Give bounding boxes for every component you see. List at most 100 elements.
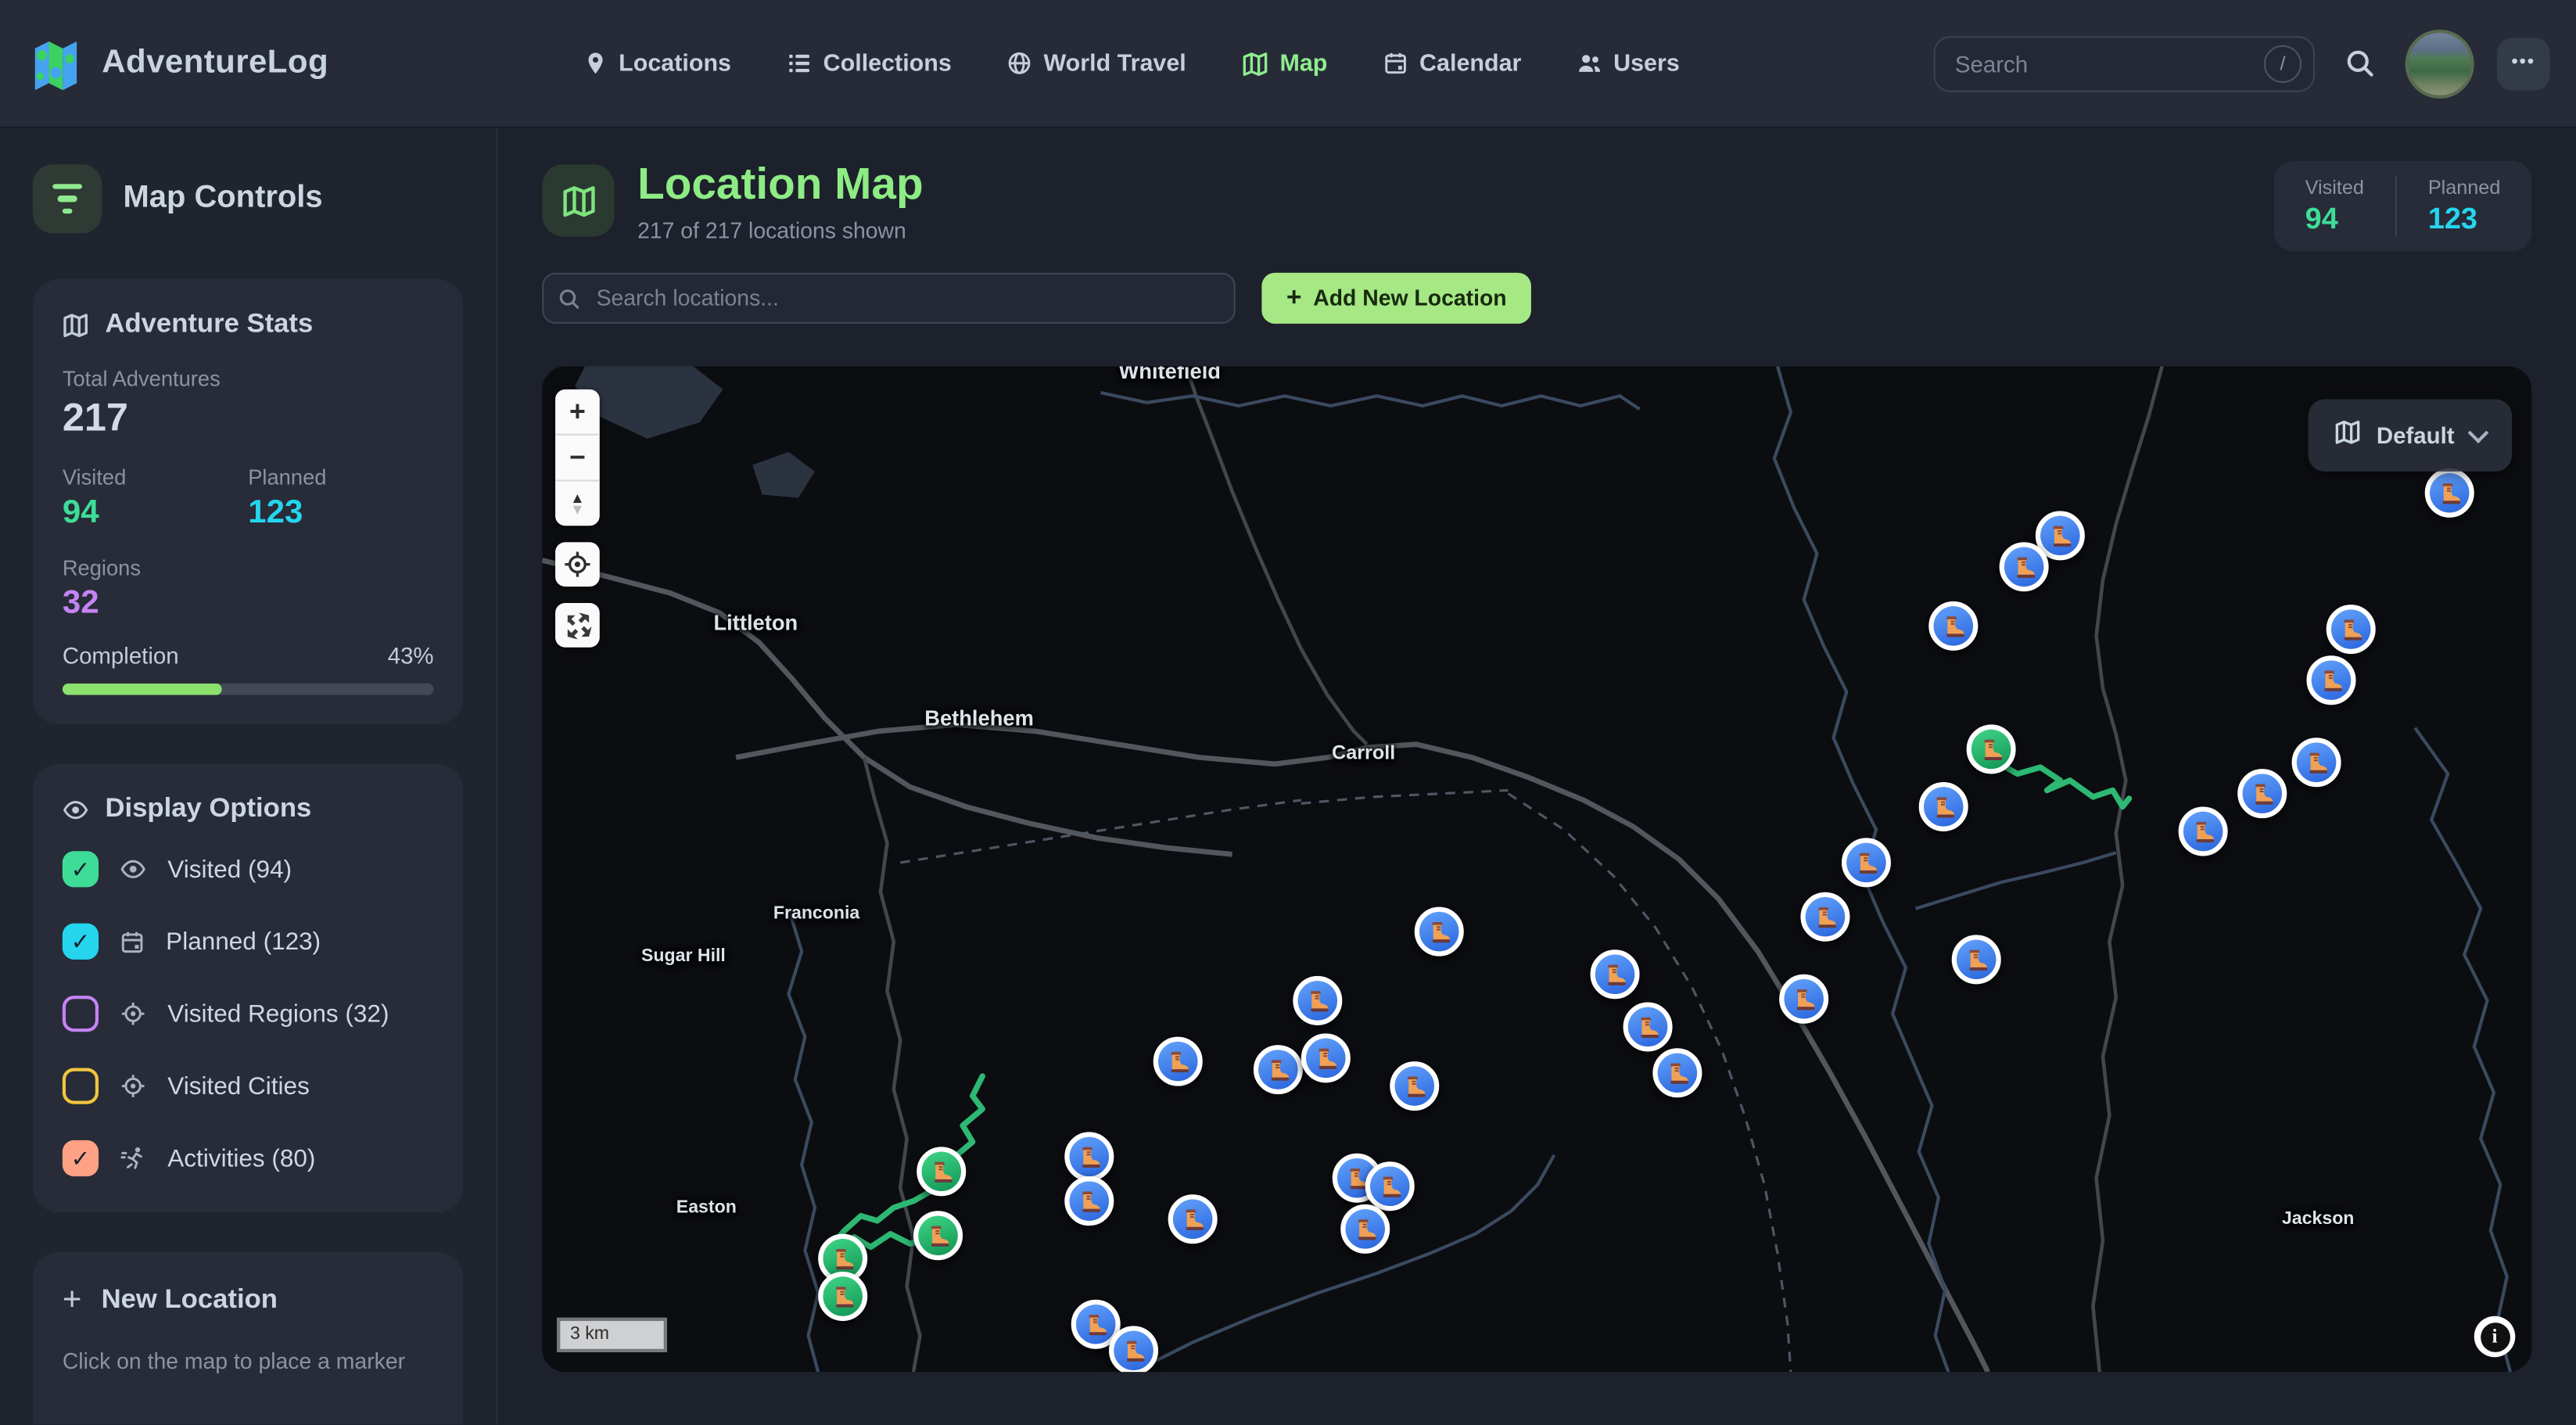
map-marker-planned[interactable] [1254,1045,1303,1094]
map-marker-planned[interactable] [2306,655,2355,705]
map-marker-planned[interactable] [2425,468,2474,518]
map-marker-planned[interactable] [1652,1048,1702,1097]
map-marker-planned[interactable] [1301,1033,1351,1082]
map-marker-visited[interactable] [913,1211,963,1260]
location-map-icon [542,164,614,236]
global-search-input[interactable] [1934,35,2315,91]
checkbox-unchecked[interactable] [63,1068,99,1104]
map-marker-planned[interactable] [1842,838,1891,887]
nav-item-label: World Travel [1043,50,1186,77]
map-marker-planned[interactable] [1591,949,1640,999]
sidebar: Map Controls Adventure Stats Total Adven… [0,128,498,1425]
search-icon [557,286,582,311]
map-road [864,757,920,1372]
new-location-toggle[interactable]: + New Location [63,1282,434,1319]
calendar-icon [120,929,145,954]
map-marker-planned[interactable] [1109,1326,1158,1372]
display-option-label: Activities (80) [167,1144,315,1172]
display-options-card: Display Options ✓Visited (94)✓Planned (1… [33,764,463,1213]
map-marker-visited[interactable] [917,1147,966,1196]
map-marker-planned[interactable] [2292,738,2341,787]
users-icon [1577,51,1602,76]
stats-pill: Visited 94 Planned 123 [2274,161,2532,252]
display-option-label: Planned (123) [166,928,321,956]
map-marker-planned[interactable] [1365,1161,1415,1211]
hiking-boot-icon [1601,960,1629,989]
page-title: Location Map [637,161,924,210]
nav-item-collections[interactable]: Collections [787,50,951,77]
map-marker-visited[interactable] [1967,724,2016,774]
hiking-boot-icon [2189,817,2217,845]
more-menu-button[interactable]: ••• [2497,37,2549,89]
display-option-planned-123[interactable]: ✓ Planned (123) [63,924,434,960]
pill-planned-value: 123 [2428,202,2501,236]
map-marker-planned[interactable] [1390,1061,1439,1111]
add-new-location-button[interactable]: + Add New Location [1261,273,1531,324]
map-marker-planned[interactable] [1168,1194,1218,1244]
nav-item-map[interactable]: Map [1242,50,1327,77]
layer-picker-button[interactable]: Default [2308,399,2512,471]
hiking-boot-icon [1120,1337,1148,1365]
visited-label: Visited [63,465,248,490]
map-canvas[interactable]: WhitefieldLittletonBethlehemCarrollFranc… [542,366,2531,1372]
map-marker-planned[interactable] [1153,1037,1203,1086]
map-marker-planned[interactable] [1064,1132,1114,1181]
top-navbar: AdventureLog Locations Collections World T… [0,0,2576,128]
nav-item-users[interactable]: Users [1577,50,1680,77]
checkbox-checked[interactable]: ✓ [63,924,99,960]
nav-item-world-travel[interactable]: World Travel [1007,50,1186,77]
locate-me-button[interactable] [555,542,600,587]
display-option-activities-80[interactable]: ✓ Activities (80) [63,1140,434,1176]
brand[interactable]: AdventureLog [27,34,328,93]
map-marker-planned[interactable] [2000,542,2049,591]
search-icon[interactable] [2337,41,2382,86]
map-marker-planned[interactable] [1064,1176,1114,1226]
display-option-visited-94[interactable]: ✓Visited (94) [63,851,434,887]
location-search-input[interactable] [542,273,1236,324]
map-marker-planned[interactable] [2237,769,2287,818]
hiking-boot-icon [1939,612,1968,641]
display-option-visited-cities[interactable]: Visited Cities [63,1068,434,1104]
global-search: / [1934,35,2315,91]
map-marker-planned[interactable] [1928,601,1978,651]
map-marker-planned[interactable] [1623,1002,1673,1051]
hiking-boot-icon [1853,849,1881,877]
zoom-in-button[interactable]: + [555,389,600,434]
zoom-out-button[interactable]: − [555,434,600,480]
map-marker-planned[interactable] [1919,782,1968,831]
map-marker-planned[interactable] [1293,976,1342,1025]
map-river [1915,852,2115,908]
hiking-boot-icon [1790,985,1818,1013]
attribution-button[interactable]: i [2474,1316,2516,1358]
nav-item-locations[interactable]: Locations [583,50,731,77]
map-road [542,560,1232,854]
nav-item-calendar[interactable]: Calendar [1383,50,1522,77]
filter-icon [33,164,102,233]
hiking-boot-icon [2337,616,2365,644]
compass-button[interactable]: ▲▼ [555,479,600,526]
display-option-visited-regions-32[interactable]: Visited Regions (32) [63,996,434,1032]
map-marker-planned[interactable] [1952,935,2001,984]
display-option-label: Visited Regions (32) [167,1000,389,1028]
checkbox-checked[interactable]: ✓ [63,851,99,887]
planned-label: Planned [248,465,433,490]
avatar[interactable] [2406,29,2474,98]
map-marker-planned[interactable] [1415,907,1464,957]
runner-icon [120,1145,146,1172]
fullscreen-button[interactable] [555,603,600,648]
plus-icon: + [63,1282,82,1319]
map-marker-planned[interactable] [1779,975,1828,1024]
map-marker-planned[interactable] [1340,1204,1390,1254]
nav-item-label: Users [1613,50,1680,77]
map-marker-planned[interactable] [2179,806,2228,856]
map-marker-visited[interactable] [818,1272,867,1321]
hiking-boot-icon [1634,1013,1662,1041]
map-base-layer [542,366,2531,1372]
map-marker-planned[interactable] [1800,892,1849,942]
total-adventures-value: 217 [63,396,434,442]
new-location-card: + New Location Click on the map to place… [33,1252,463,1425]
map-marker-planned[interactable] [2327,605,2376,654]
checkbox-unchecked[interactable] [63,996,99,1032]
checkbox-checked[interactable]: ✓ [63,1140,99,1176]
hiking-boot-icon [829,1283,857,1311]
